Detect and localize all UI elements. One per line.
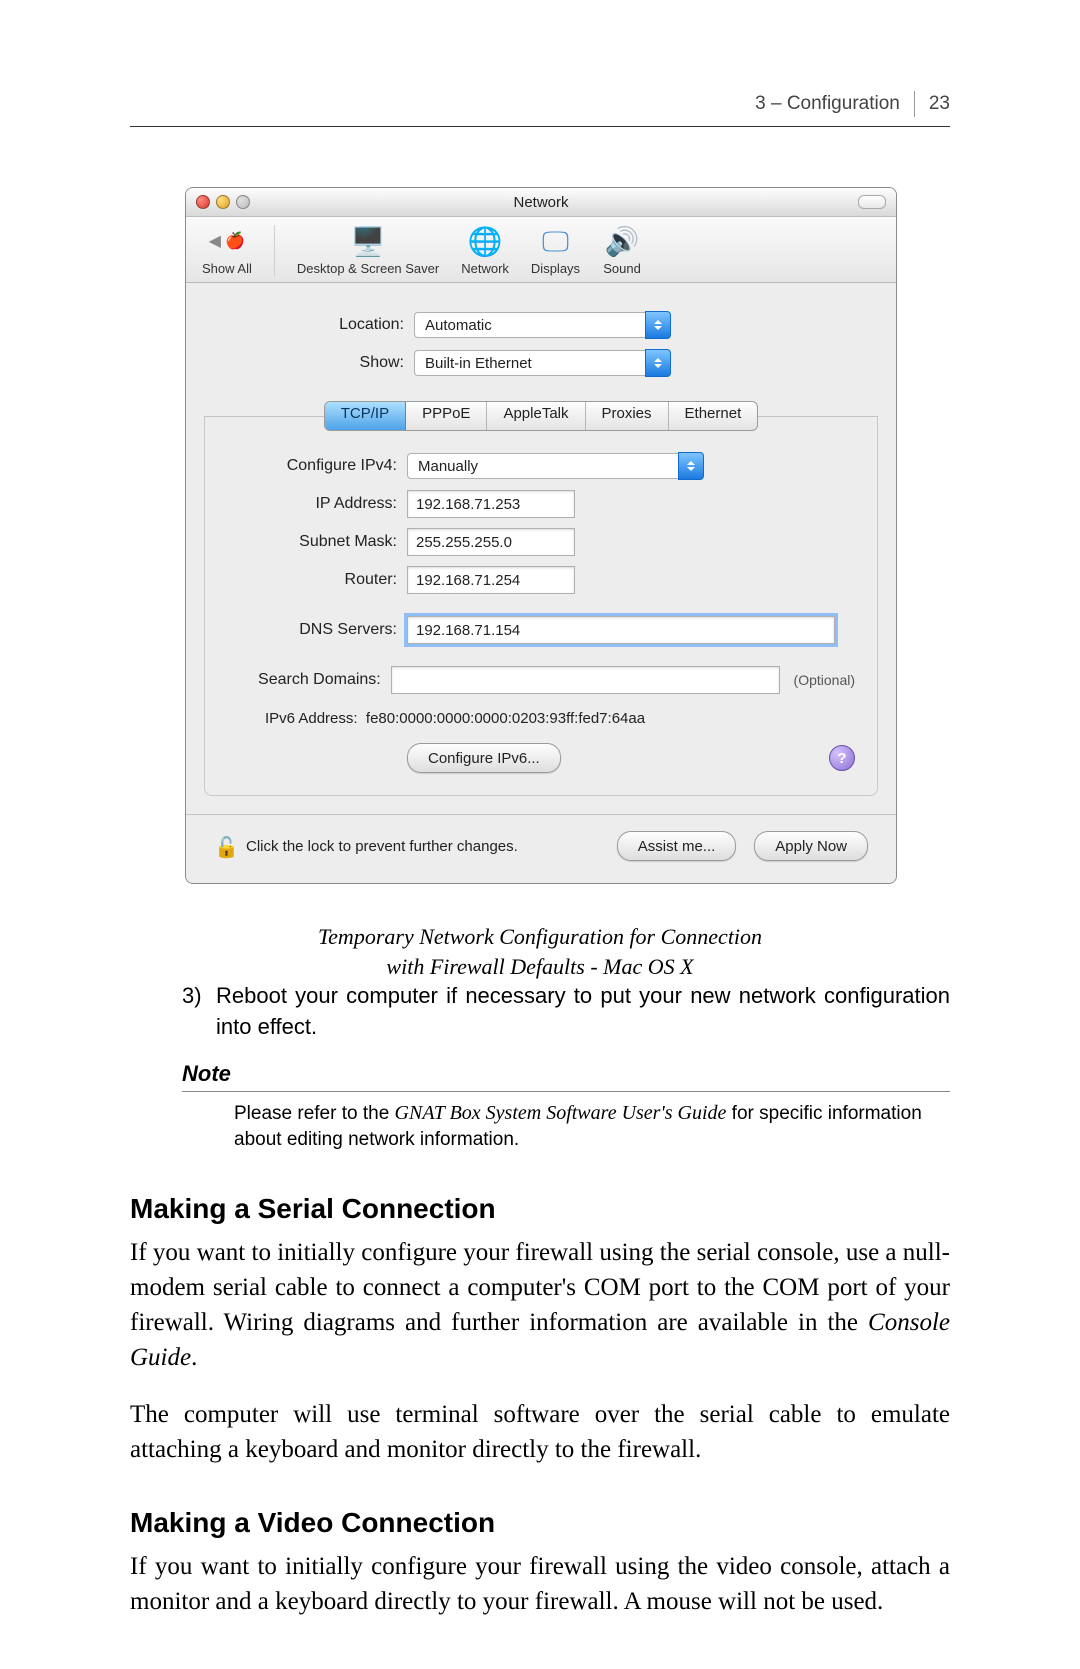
note-rule (182, 1091, 950, 1092)
tcpip-panel: Configure IPv4: Manually IP Address: 192… (204, 416, 878, 796)
serial-paragraph-1: If you want to initially configure your … (130, 1235, 950, 1375)
search-domains-optional: (Optional) (794, 672, 855, 688)
configure-ipv4-label: Configure IPv4: (227, 457, 407, 475)
row-ip-address: IP Address: 192.168.71.253 (227, 490, 855, 518)
header-separator (914, 91, 915, 117)
tab-proxies[interactable]: Proxies (586, 402, 669, 430)
chevron-updown-icon (645, 311, 671, 339)
step-3: 3) Reboot your computer if necessary to … (182, 981, 950, 1043)
router-label: Router: (227, 571, 407, 589)
toolbar-label: Network (461, 261, 509, 276)
configure-ipv4-value: Manually (407, 453, 678, 479)
toolbar-item-sound[interactable]: 🔊 Sound (602, 225, 642, 276)
toolbar-label: Show All (202, 261, 252, 276)
heading-video-connection: Making a Video Connection (130, 1507, 950, 1539)
ip-address-input[interactable]: 192.168.71.253 (407, 490, 575, 518)
assist-me-button[interactable]: Assist me... (617, 831, 737, 861)
toolbar-item-network[interactable]: 🌐 Network (461, 225, 509, 276)
row-show: Show: Built-in Ethernet (214, 349, 868, 377)
running-header: 3 – Configuration 23 (130, 90, 950, 118)
titlebar: Network (186, 188, 896, 217)
toolbar-item-desktop[interactable]: 🖥️ Desktop & Screen Saver (297, 225, 439, 276)
serial-paragraph-2: The computer will use terminal software … (130, 1397, 950, 1467)
toolbar-label: Desktop & Screen Saver (297, 261, 439, 276)
note-text-ital: GNAT Box System Software User's Guide (395, 1102, 727, 1124)
show-label: Show: (214, 354, 414, 372)
video-paragraph-1: If you want to initially configure your … (130, 1549, 950, 1619)
ipv6-address-label: IPv6 Address: (265, 710, 358, 727)
lock-icon[interactable]: 🔓 (214, 835, 236, 857)
row-dns-servers: DNS Servers: 192.168.71.154 (227, 616, 855, 644)
note-body: Please refer to the GNAT Box System Soft… (234, 1100, 950, 1153)
ipv6-address-value: fe80:0000:0000:0000:0203:93ff:fed7:64aa (366, 710, 645, 727)
show-value: Built-in Ethernet (414, 350, 645, 376)
chevron-updown-icon (645, 349, 671, 377)
row-subnet-mask: Subnet Mask: 255.255.255.0 (227, 528, 855, 556)
window-footer: 🔓 Click the lock to prevent further chan… (186, 814, 896, 883)
window-title: Network (186, 194, 896, 211)
subnet-mask-input[interactable]: 255.255.255.0 (407, 528, 575, 556)
apply-now-button[interactable]: Apply Now (754, 831, 868, 861)
tab-bar: TCP/IP PPPoE AppleTalk Proxies Ethernet (214, 401, 868, 431)
chevron-updown-icon (678, 452, 704, 480)
row-configure-ipv4: Configure IPv4: Manually (227, 452, 855, 480)
help-icon[interactable]: ? (829, 745, 855, 771)
header-rule (130, 126, 950, 127)
note-text-pre: Please refer to the (234, 1103, 395, 1124)
dns-servers-input[interactable]: 192.168.71.154 (407, 616, 835, 644)
heading-serial-connection: Making a Serial Connection (130, 1193, 950, 1225)
tab-tcpip[interactable]: TCP/IP (325, 402, 406, 430)
network-icon: 🌐 (465, 225, 505, 259)
displays-icon: 🖵 (535, 225, 575, 259)
location-value: Automatic (414, 312, 645, 338)
location-select[interactable]: Automatic (414, 311, 671, 339)
router-input[interactable]: 192.168.71.254 (407, 566, 575, 594)
tab-pppoe[interactable]: PPPoE (406, 402, 487, 430)
subnet-mask-label: Subnet Mask: (227, 533, 407, 551)
page-number: 23 (929, 93, 950, 115)
dns-servers-label: DNS Servers: (227, 621, 407, 639)
row-location: Location: Automatic (214, 311, 868, 339)
note-heading: Note (182, 1061, 950, 1087)
screenshot-figure: Network ◀ 🍎 Show All 🖥️ Desktop & Screen… (185, 187, 895, 884)
ip-address-label: IP Address: (227, 495, 407, 513)
pref-toolbar: ◀ 🍎 Show All 🖥️ Desktop & Screen Saver 🌐… (186, 217, 896, 283)
caption-line: Temporary Network Configuration for Conn… (318, 924, 762, 949)
search-domains-input[interactable] (391, 666, 780, 694)
figure-caption: Temporary Network Configuration for Conn… (185, 922, 895, 981)
toolbar-item-displays[interactable]: 🖵 Displays (531, 225, 580, 276)
tab-ethernet[interactable]: Ethernet (669, 402, 758, 430)
configure-ipv4-select[interactable]: Manually (407, 452, 704, 480)
text: If you want to initially configure your … (130, 1239, 950, 1336)
desktop-icon: 🖥️ (348, 225, 388, 259)
row-ipv6-address: IPv6 Address: fe80:0000:0000:0000:0203:9… (265, 710, 855, 727)
caption-line: with Firewall Defaults - Mac OS X (386, 954, 693, 979)
sound-icon: 🔊 (602, 225, 642, 259)
toolbar-show-all[interactable]: ◀ 🍎 Show All (202, 225, 275, 276)
show-select[interactable]: Built-in Ethernet (414, 349, 671, 377)
configure-ipv6-button[interactable]: Configure IPv6... (407, 743, 561, 773)
show-all-icon: ◀ 🍎 (207, 225, 247, 259)
row-router: Router: 192.168.71.254 (227, 566, 855, 594)
step-text: Reboot your computer if necessary to put… (216, 981, 950, 1043)
text: . (191, 1344, 197, 1371)
toolbar-label: Displays (531, 261, 580, 276)
step-number: 3) (182, 981, 202, 1012)
search-domains-label: Search Domains: (227, 671, 391, 689)
osx-window: Network ◀ 🍎 Show All 🖥️ Desktop & Screen… (185, 187, 897, 884)
window-body: Location: Automatic Show: Built-in Ether… (186, 283, 896, 814)
location-label: Location: (214, 316, 414, 334)
tab-appletalk[interactable]: AppleTalk (487, 402, 585, 430)
toolbar-toggle-icon[interactable] (858, 195, 886, 209)
lock-text: Click the lock to prevent further change… (246, 838, 617, 855)
section-label: 3 – Configuration (755, 93, 900, 115)
row-configure-ipv6: Configure IPv6... ? (227, 743, 855, 773)
row-search-domains: Search Domains: (Optional) (227, 666, 855, 694)
toolbar-label: Sound (603, 261, 641, 276)
